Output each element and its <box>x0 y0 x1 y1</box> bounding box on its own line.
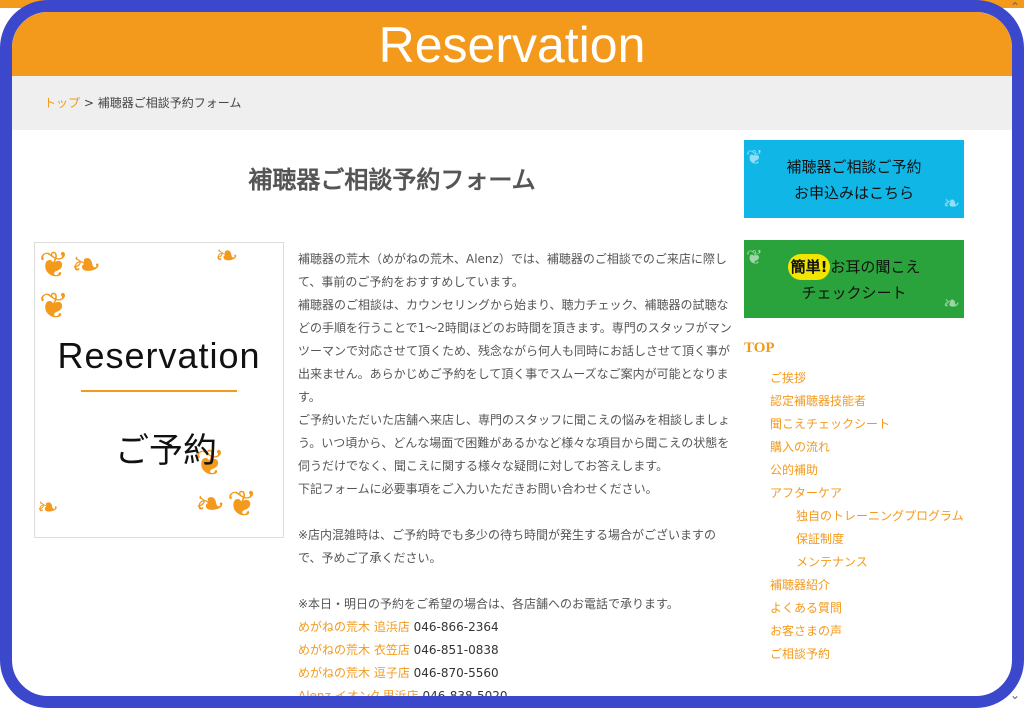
store-link[interactable]: めがねの荒木 衣笠店 <box>298 643 410 657</box>
page-frame: Reservation トップ > 補聴器ご相談予約フォーム 補聴器ご相談予約フ… <box>0 0 1024 708</box>
store-link[interactable]: めがねの荒木 追浜店 <box>298 620 410 634</box>
breadcrumb: トップ > 補聴器ご相談予約フォーム <box>12 76 1012 130</box>
sidebar-item-purchase-flow[interactable]: 購入の流れ <box>770 436 972 459</box>
sidebar-item-hearing-aids[interactable]: 補聴器紹介 <box>770 574 972 597</box>
reservation-button-line1: 補聴器ご相談ご予約 <box>786 158 922 176</box>
sidebar-item-aftercare[interactable]: アフターケア <box>770 482 972 505</box>
scroll-down-icon[interactable]: ⌄ <box>1010 688 1020 702</box>
store-phone: 046-866-2364 <box>413 620 499 634</box>
checksheet-button-line1: お耳の聞こえ <box>830 258 921 276</box>
hero-subtitle: ご予約 <box>115 431 217 471</box>
checksheet-button-line2: チェックシート <box>801 284 907 302</box>
store-link[interactable]: めがねの荒木 逗子店 <box>298 666 410 680</box>
store-row: めがねの荒木 逗子店 046-870-5560 <box>298 662 732 685</box>
sidebar-item-greeting[interactable]: ご挨拶 <box>770 367 972 390</box>
reservation-form-button[interactable]: ❦ ❧ 補聴器ご相談ご予約 お申込みはこちら <box>744 140 964 218</box>
intro-text: 補聴器の荒木（めがねの荒木、Alenz）では、補聴器のご相談でのご来店に際して、… <box>298 248 732 703</box>
sidebar-item-training-program[interactable]: 独自のトレーニングプログラム <box>770 505 972 528</box>
sidebar: ❦ ❧ 補聴器ご相談ご予約 お申込みはこちら ❦ ❧ 簡単! お耳の聞こえ チェッ… <box>744 140 972 666</box>
breadcrumb-current: 補聴器ご相談予約フォーム <box>97 96 242 110</box>
store-link[interactable]: Alenz イオン久里浜店 <box>298 689 419 696</box>
hero-divider <box>81 390 237 392</box>
sidebar-item-reservation[interactable]: ご相談予約 <box>770 643 972 666</box>
intro-paragraph: 補聴器の荒木（めがねの荒木、Alenz）では、補聴器のご相談でのご来店に際して、… <box>298 252 727 289</box>
breadcrumb-home-link[interactable]: トップ <box>44 96 80 110</box>
scroll-up-icon[interactable]: ⌃ <box>1010 0 1020 14</box>
sidebar-item-certified-technician[interactable]: 認定補聴器技能者 <box>770 390 972 413</box>
reservation-image: ❦❧ ❦ ❧ ❦ ❧❦ ❧ Reservation ご予約 <box>34 242 284 538</box>
reservation-button-line2: お申込みはこちら <box>793 184 914 202</box>
sidebar-item-maintenance[interactable]: メンテナンス <box>770 551 972 574</box>
easy-badge: 簡単! <box>787 254 831 280</box>
hero-word: Reservation <box>57 335 261 376</box>
ornament-top-right-icon: ❧ <box>215 242 241 272</box>
page-title: 補聴器ご相談予約フォーム <box>248 166 536 194</box>
crowded-note: ※店内混雑時は、ご予約時でも多少の待ち時間が発生する場合がございますので、予めご… <box>298 528 717 565</box>
sidebar-nav: ご挨拶 認定補聴器技能者 聞こえチェックシート 購入の流れ 公的補助 アフターケ… <box>744 367 972 666</box>
form-instruction: 下記フォームに必要事項をご入力いただきお問い合わせください。 <box>298 482 658 496</box>
sidebar-heading: TOP <box>744 340 775 356</box>
visit-paragraph: ご予約いただいた店舗へ来店し、専門のスタッフに聞こえの悩みを相談しましょう。いつ… <box>298 413 731 473</box>
sidebar-item-warranty[interactable]: 保証制度 <box>770 528 972 551</box>
sidebar-item-public-subsidy[interactable]: 公的補助 <box>770 459 972 482</box>
sidebar-item-faq[interactable]: よくある質問 <box>770 597 972 620</box>
store-row: めがねの荒木 衣笠店 046-851-0838 <box>298 639 732 662</box>
consultation-paragraph: 補聴器のご相談は、カウンセリングから始まり、聴力チェック、補聴器の試聴などの手順… <box>298 298 732 404</box>
breadcrumb-separator: > <box>83 96 94 110</box>
phone-note: ※本日・明日の予約をご希望の場合は、各店舗へのお電話で承ります。 <box>298 597 679 611</box>
store-phone: 046-870-5560 <box>413 666 499 680</box>
ornament-top-left-icon: ❦❧ ❦ <box>39 245 104 327</box>
sidebar-item-testimonials[interactable]: お客さまの声 <box>770 620 972 643</box>
store-row: Alenz イオン久里浜店 046-838-5020 <box>298 685 732 703</box>
store-row: めがねの荒木 追浜店 046-866-2364 <box>298 616 732 639</box>
sidebar-item-hearing-checksheet[interactable]: 聞こえチェックシート <box>770 413 972 436</box>
header-banner: Reservation <box>12 12 1012 76</box>
banner-title: Reservation <box>378 17 646 73</box>
store-phone: 046-838-5020 <box>422 689 508 703</box>
breadcrumb-trail: トップ > 補聴器ご相談予約フォーム <box>44 94 241 111</box>
hearing-checksheet-button[interactable]: ❦ ❧ 簡単! お耳の聞こえ チェックシート <box>744 240 964 318</box>
ornament-bottom-left-icon: ❧ <box>37 493 61 523</box>
store-phone: 046-851-0838 <box>413 643 499 657</box>
